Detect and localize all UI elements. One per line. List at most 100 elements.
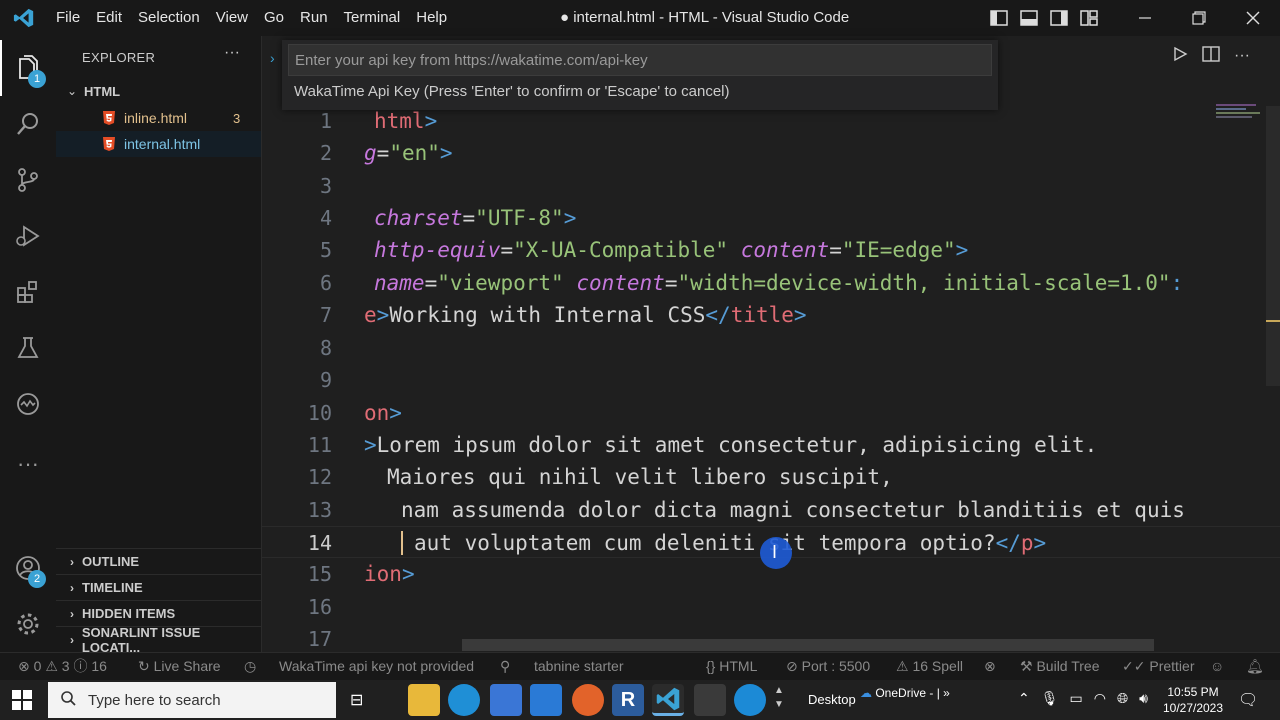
- chevron-up-icon[interactable]: ⌃: [1018, 690, 1030, 707]
- vscode-taskbar-icon[interactable]: [652, 684, 684, 716]
- menu-file[interactable]: File: [48, 0, 88, 36]
- code-line-9: 9: [262, 364, 1280, 396]
- system-tray: ⌃ 🎙︎ ▭ ◠ 🌐︎ 🔊︎: [1018, 690, 1148, 707]
- more-views-icon[interactable]: ···: [0, 436, 56, 492]
- accounts-icon[interactable]: 2: [0, 540, 56, 596]
- tabnine-label[interactable]: tabnine starter: [534, 653, 624, 680]
- app-icon[interactable]: [694, 684, 726, 716]
- source-control-icon[interactable]: [0, 152, 56, 208]
- microphone-icon[interactable]: 🎙︎: [1041, 690, 1059, 707]
- run-debug-icon[interactable]: [0, 208, 56, 264]
- line-number: 9: [319, 368, 332, 392]
- feedback-icon[interactable]: ☺: [1210, 653, 1224, 680]
- task-view-icon[interactable]: ⊟: [350, 690, 363, 710]
- run-icon[interactable]: [1172, 46, 1188, 67]
- scroll-arrows-icon[interactable]: ▲ ▼: [774, 684, 784, 712]
- explorer-more-icon[interactable]: ···: [224, 44, 240, 62]
- sonarlint-section[interactable]: › SONARLINT ISSUE LOCATI...: [56, 625, 261, 655]
- tag-name: html: [374, 109, 425, 133]
- tabnine-status[interactable]: ⚲: [500, 653, 510, 680]
- toggle-panel-icon[interactable]: [1014, 0, 1044, 36]
- line-number: 4: [319, 206, 332, 230]
- spell-status[interactable]: ⚠ 16 Spell: [896, 653, 963, 680]
- section-label: HIDDEN ITEMS: [82, 606, 176, 621]
- remote-explorer-icon[interactable]: [0, 376, 56, 432]
- attribute: http-equiv: [374, 238, 501, 262]
- firefox-icon[interactable]: [572, 684, 604, 716]
- menu-go[interactable]: Go: [256, 0, 292, 36]
- cloud-icon: ☁: [860, 686, 872, 700]
- taskbar-search[interactable]: Type here to search: [48, 682, 336, 718]
- testing-flask-icon[interactable]: [0, 320, 56, 376]
- section-label: TIMELINE: [82, 580, 143, 595]
- port-status[interactable]: ⊘ Port : 5500: [786, 653, 870, 680]
- menu-edit[interactable]: Edit: [88, 0, 130, 36]
- horizontal-scrollbar[interactable]: [462, 639, 1154, 651]
- more-actions-icon[interactable]: ···: [1234, 47, 1250, 65]
- close-window-button[interactable]: [1226, 0, 1280, 36]
- battery-icon[interactable]: ▭: [1070, 690, 1083, 707]
- toggle-sidebar-icon[interactable]: [984, 0, 1014, 36]
- file-inline-html[interactable]: inline.html 3: [56, 105, 261, 131]
- error-icon: ⊗: [18, 658, 30, 674]
- prettier-status[interactable]: ✓✓ Prettier: [1122, 653, 1194, 680]
- code-line-10: 10 on>: [262, 397, 1280, 429]
- title-text: Working with Internal CSS: [389, 303, 706, 327]
- menu-terminal[interactable]: Terminal: [336, 0, 409, 36]
- paragraph-text: aut voluptatem cum deleniti sit tempora …: [414, 531, 996, 555]
- file-internal-html[interactable]: internal.html: [56, 131, 261, 157]
- tag-name: ion: [364, 562, 402, 586]
- explorer-icon[interactable]: 1: [0, 40, 56, 96]
- code-line-2: 2 g="en">: [262, 137, 1280, 169]
- live-share-icon: ↻: [138, 658, 150, 674]
- volume-icon[interactable]: 🔊︎: [1139, 690, 1148, 707]
- code-line-3: 3: [262, 170, 1280, 202]
- minimize-button[interactable]: [1118, 0, 1172, 36]
- vertical-scrollbar[interactable]: [1266, 106, 1280, 386]
- double-check-icon: ✓✓: [1122, 658, 1146, 674]
- globe-icon[interactable]: 🌐︎: [1117, 690, 1128, 707]
- menu-view[interactable]: View: [208, 0, 256, 36]
- file-explorer-icon[interactable]: [408, 684, 440, 716]
- problems-status[interactable]: ⊗ 0 ⚠ 3 ⓘ 16: [18, 653, 107, 680]
- r-app-icon[interactable]: R: [612, 684, 644, 716]
- wakatime-status[interactable]: WakaTime api key not provided: [279, 653, 474, 680]
- edge-browser-icon[interactable]: [448, 684, 480, 716]
- menu-selection[interactable]: Selection: [130, 0, 208, 36]
- settings-gear-icon[interactable]: [0, 596, 56, 652]
- mail-icon[interactable]: [530, 684, 562, 716]
- language-mode[interactable]: {} HTML: [706, 653, 757, 680]
- notifications-bell-icon[interactable]: 🔔︎: [1246, 653, 1264, 680]
- menu-run[interactable]: Run: [292, 0, 336, 36]
- menu-help[interactable]: Help: [408, 0, 455, 36]
- action-center-icon[interactable]: 🗨︎: [1238, 690, 1258, 710]
- onedrive-toolbar[interactable]: ☁ OneDrive - | »: [860, 686, 950, 700]
- split-editor-icon[interactable]: [1202, 45, 1220, 67]
- editor-area[interactable]: 1 html> 2 g="en"> 3 4 charset="UTF-8"> 5…: [262, 36, 1280, 652]
- timeline-section[interactable]: › TIMELINE: [56, 574, 261, 600]
- outline-section[interactable]: › OUTLINE: [56, 548, 261, 574]
- no-bell-icon[interactable]: ⊗: [984, 653, 996, 680]
- live-share-status[interactable]: ↻ Live Share: [138, 653, 221, 680]
- chevron-right-icon: ›: [69, 632, 74, 647]
- taskbar-clock[interactable]: 10:55 PM 10/27/2023: [1158, 684, 1228, 716]
- store-icon[interactable]: [490, 684, 522, 716]
- extensions-icon[interactable]: [0, 264, 56, 320]
- minimap[interactable]: [1216, 104, 1262, 126]
- restore-button[interactable]: [1172, 0, 1226, 36]
- tag-bracket: >: [401, 562, 415, 586]
- text-cursor: [401, 531, 403, 555]
- customize-layout-icon[interactable]: [1074, 0, 1104, 36]
- windows-start-icon[interactable]: [12, 690, 32, 715]
- tag-bracket: >: [424, 109, 438, 133]
- toggle-secondary-sidebar-icon[interactable]: [1044, 0, 1074, 36]
- teamviewer-icon[interactable]: [734, 684, 766, 716]
- build-tree-status[interactable]: ⚒ Build Tree: [1020, 653, 1100, 680]
- folder-html[interactable]: ⌄ HTML: [56, 78, 261, 104]
- wifi-icon[interactable]: ◠: [1094, 690, 1106, 707]
- desktop-toolbar[interactable]: Desktop: [808, 692, 856, 707]
- api-key-input[interactable]: [288, 44, 992, 76]
- code-line-5: 5 http-equiv="X-UA-Compatible" content="…: [262, 234, 1280, 266]
- hidden-items-section[interactable]: › HIDDEN ITEMS: [56, 600, 261, 626]
- search-icon[interactable]: [0, 96, 56, 152]
